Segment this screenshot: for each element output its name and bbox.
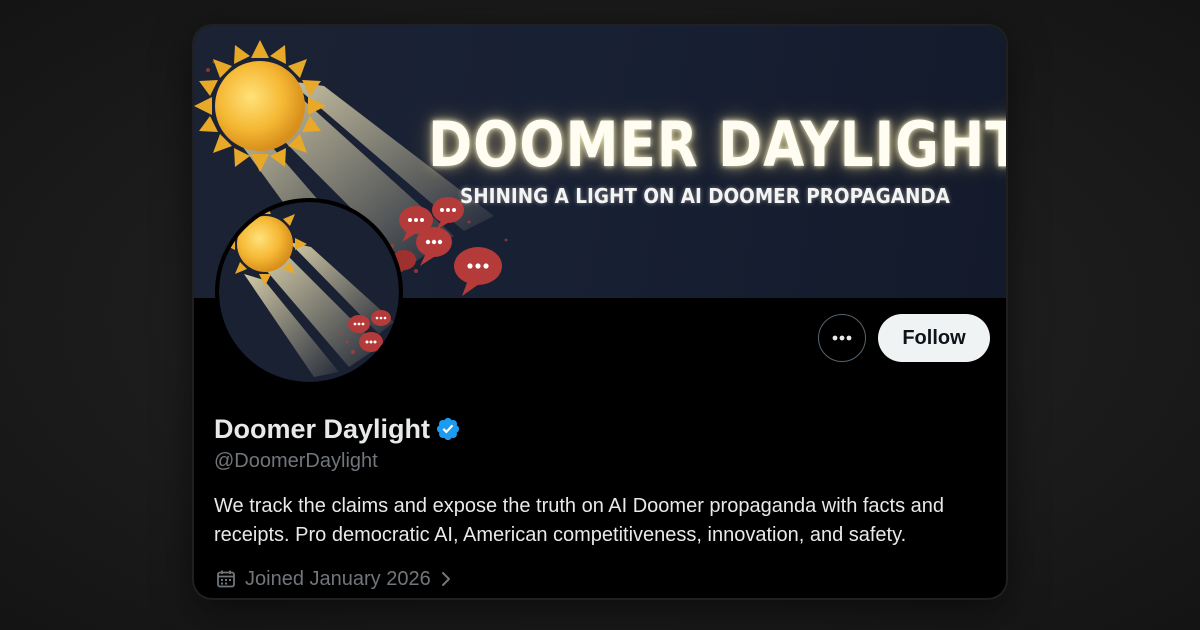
more-horizontal-icon bbox=[832, 335, 852, 341]
display-name: Doomer Daylight bbox=[214, 413, 431, 444]
avatar-illustration bbox=[219, 202, 399, 382]
profile-card: DOOMER DAYLIGHT SHINING A LIGHT ON AI DO… bbox=[194, 26, 1006, 598]
handle: @DoomerDaylight bbox=[214, 450, 378, 472]
verified-badge-icon[interactable] bbox=[435, 416, 461, 442]
bio: We track the claims and expose the truth… bbox=[214, 495, 945, 546]
joined-text: Joined January 2026 bbox=[245, 567, 431, 590]
banner-subtitle: SHINING A LIGHT ON AI DOOMER PROPAGANDA bbox=[460, 184, 950, 208]
calendar-icon bbox=[216, 569, 236, 589]
avatar[interactable] bbox=[215, 198, 403, 386]
joined-date[interactable]: Joined January 2026 bbox=[216, 566, 453, 592]
more-options-button[interactable] bbox=[818, 314, 866, 362]
chevron-right-icon bbox=[439, 569, 453, 589]
follow-button[interactable]: Follow bbox=[878, 314, 990, 362]
name-row: Doomer Daylight bbox=[214, 412, 461, 446]
banner-title: DOOMER DAYLIGHT bbox=[428, 108, 1006, 181]
